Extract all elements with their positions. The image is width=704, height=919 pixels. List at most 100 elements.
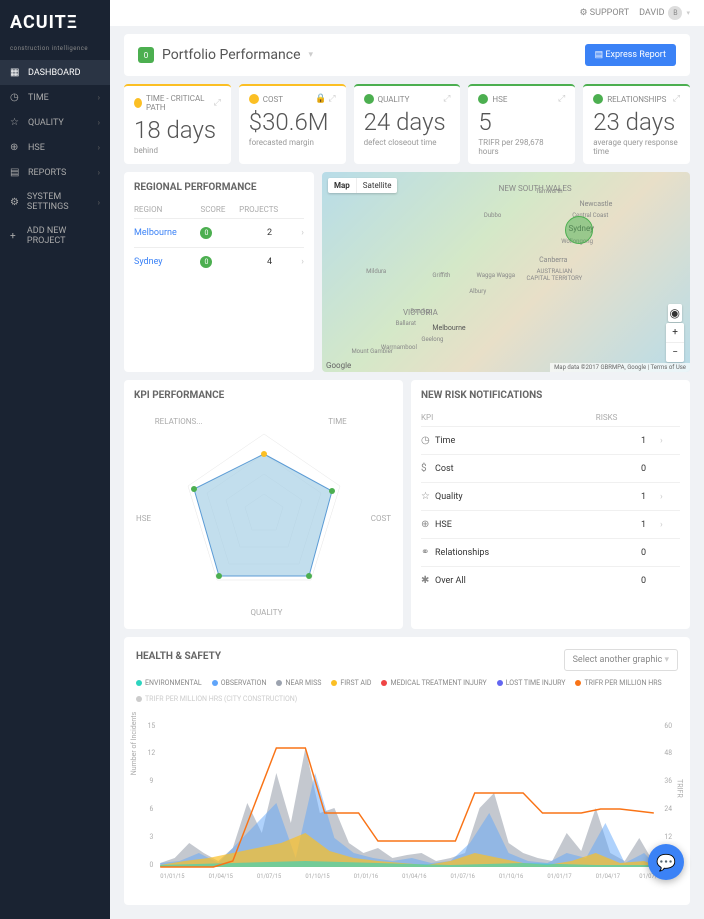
chevron-right-icon [660, 455, 680, 483]
map-type-control[interactable]: Map Satellite [328, 178, 397, 193]
nav-system-settings[interactable]: ⚙SYSTEM SETTINGS› [0, 185, 110, 219]
support-link[interactable]: ⚙ SUPPORT [579, 8, 629, 18]
nav-icon: + [10, 231, 21, 242]
legend-item[interactable]: ENVIRONMENTAL [136, 679, 202, 687]
page-title: Portfolio Performance [162, 47, 301, 63]
nav-time[interactable]: ◷TIME› [0, 85, 110, 110]
regional-performance-card: REGIONAL PERFORMANCE REGION SCORE PROJEC… [124, 172, 314, 372]
legend-item[interactable]: NEAR MISS [276, 679, 321, 687]
legend-item[interactable]: LOST TIME INJURY [497, 679, 566, 687]
nav-reports[interactable]: ▤REPORTS› [0, 160, 110, 185]
chevron-right-icon [660, 539, 680, 567]
risk-row[interactable]: ⊕HSE1› [421, 511, 680, 539]
card-title: KPI PERFORMANCE [134, 390, 393, 401]
svg-text:01/04/17: 01/04/17 [596, 874, 621, 880]
zoom-out-button[interactable]: − [666, 343, 684, 362]
map-label: Melbourne [432, 324, 465, 332]
map-zoom: + − [666, 323, 684, 362]
legend-item[interactable]: FIRST AID [331, 679, 371, 687]
nav-dashboard[interactable]: ▦DASHBOARD [0, 60, 110, 85]
health-safety-card: HEALTH & SAFETY Select another graphic ▾… [124, 637, 690, 905]
legend-dot [136, 680, 142, 686]
legend-item[interactable]: OBSERVATION [212, 679, 267, 687]
card-title: HEALTH & SAFETY [136, 651, 221, 662]
risk-notifications-card: NEW RISK NOTIFICATIONS KPI RISKS ◷Time1›… [411, 380, 690, 629]
legend-dot [212, 680, 218, 686]
zoom-in-button[interactable]: + [666, 323, 684, 343]
graphic-select[interactable]: Select another graphic ▾ [564, 649, 678, 671]
kpi-card[interactable]: QUALITY⤢24 daysdefect closeout time [354, 84, 461, 164]
satellite-button[interactable]: Satellite [357, 178, 398, 193]
status-dot [249, 94, 259, 104]
legend-item[interactable]: MEDICAL TREATMENT INJURY [381, 679, 486, 687]
kpi-performance-card: KPI PERFORMANCE [124, 380, 403, 629]
chevron-right-icon: › [300, 219, 304, 248]
chat-fab[interactable]: 💬 [648, 844, 684, 880]
expand-icon[interactable]: ⤢ [673, 94, 680, 104]
map-label: Canberra [539, 256, 567, 264]
kpi-subtitle: forecasted margin [249, 138, 336, 147]
map-label: Geelong [421, 336, 443, 343]
kpi-subtitle: defect closeout time [364, 138, 451, 147]
map-label: Newcastle [580, 200, 613, 208]
svg-text:01/10/15: 01/10/15 [305, 874, 330, 880]
kpi-value: 5 [478, 108, 565, 136]
svg-text:12: 12 [148, 749, 156, 757]
table-row[interactable]: Sydney04› [134, 248, 304, 277]
map-button[interactable]: Map [328, 178, 357, 193]
table-row[interactable]: Melbourne02› [134, 219, 304, 248]
user-menu[interactable]: DAVID B ▾ [639, 6, 690, 20]
risk-icon: $ [421, 455, 435, 483]
radar-chart: TIME COST QUALITY HSE RELATIONS... [134, 409, 393, 619]
nav-icon: ▦ [10, 67, 22, 78]
logo-tagline: construction intelligence [0, 45, 110, 60]
expand-icon[interactable]: ⤢ [443, 94, 450, 104]
map-label: Dubbo [484, 212, 501, 219]
svg-text:6: 6 [150, 805, 154, 813]
status-dot [134, 98, 142, 108]
legend-item[interactable]: TRIFR PER MILLION HRS [575, 679, 661, 687]
kpi-card[interactable]: COST🔒 ⤢$30.6Mforecasted margin [239, 84, 346, 164]
pegman-icon[interactable]: ◉ [668, 304, 682, 322]
map-pin-sydney[interactable] [565, 216, 593, 244]
status-dot [593, 94, 603, 104]
expand-icon[interactable]: ⤢ [558, 94, 565, 104]
risk-row[interactable]: ◷Time1› [421, 427, 680, 455]
nav-quality[interactable]: ☆QUALITY› [0, 110, 110, 135]
express-report-button[interactable]: ▤ Express Report [585, 44, 676, 66]
region-link[interactable]: Melbourne [134, 219, 200, 248]
risk-icon: ⊕ [421, 511, 435, 539]
kpi-card[interactable]: RELATIONSHIPS⤢23 daysaverage query respo… [583, 84, 690, 164]
nav-hse[interactable]: ⊕HSE› [0, 135, 110, 160]
region-link[interactable]: Sydney [134, 248, 200, 277]
svg-text:60: 60 [664, 722, 672, 730]
avatar: B [668, 6, 682, 20]
expand-icon[interactable]: ⤢ [214, 98, 221, 108]
score-badge: 0 [200, 227, 212, 239]
chevron-down-icon[interactable]: ▾ [309, 50, 314, 60]
main: ⚙ SUPPORT DAVID B ▾ 0 Portfolio Performa… [110, 0, 704, 919]
svg-text:9: 9 [150, 777, 154, 785]
map-label: Warrnambool [381, 344, 417, 351]
legend-dot [381, 680, 387, 686]
svg-text:01/01/15: 01/01/15 [160, 874, 185, 880]
svg-text:3: 3 [150, 833, 154, 841]
svg-text:01/04/16: 01/04/16 [402, 874, 427, 880]
kpi-card[interactable]: TIME - CRITICAL PATH⤢18 daysbehind [124, 84, 231, 164]
map[interactable]: Map Satellite NEW SOUTH WALES VICTORIA A… [322, 172, 690, 372]
nav-add-new-project[interactable]: +ADD NEW PROJECT [0, 219, 110, 253]
kpi-value: 18 days [134, 116, 221, 144]
map-label: Griffith [432, 272, 450, 279]
svg-text:12: 12 [664, 833, 672, 841]
map-label: AUSTRALIAN CAPITAL TERRITORY [524, 268, 584, 282]
nav-icon: ⚙ [10, 197, 21, 208]
svg-text:01/10/16: 01/10/16 [499, 874, 524, 880]
kpi-card[interactable]: HSE⤢5TRIFR per 298,678 hours [468, 84, 575, 164]
lock-icon[interactable]: 🔒 ⤢ [315, 94, 336, 104]
chart-legend: ENVIRONMENTAL OBSERVATION NEAR MISS FIRST A… [136, 679, 678, 687]
chevron-right-icon [660, 567, 680, 595]
nav-icon: ◷ [10, 92, 22, 103]
risk-row[interactable]: ☆Quality1› [421, 483, 680, 511]
chevron-right-icon: › [660, 511, 680, 539]
logo: ACUITΞ [0, 0, 110, 45]
